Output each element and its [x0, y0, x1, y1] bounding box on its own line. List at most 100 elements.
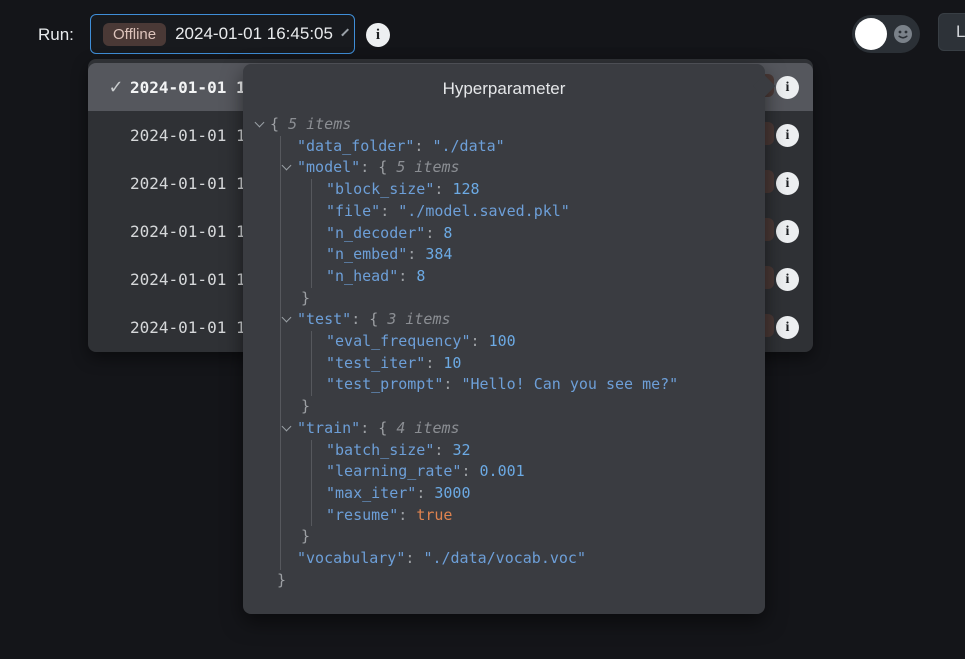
run-date-label: 2024-01-01 15 [130, 222, 255, 241]
run-label: Run: [38, 25, 74, 45]
json-line: } [281, 288, 765, 310]
json-colon: : [434, 441, 452, 459]
json-colon: : [461, 462, 479, 480]
json-open-brace: { [378, 419, 396, 437]
json-line: "batch_size": 32 [312, 440, 765, 462]
json-colon: : [434, 180, 452, 198]
run-info-icon[interactable]: i [776, 124, 799, 147]
json-line: "learning_rate": 0.001 [312, 461, 765, 483]
json-key: "resume" [326, 506, 398, 524]
json-string: "./model.saved.pkl" [398, 202, 570, 220]
json-line: "file": "./model.saved.pkl" [312, 201, 765, 223]
json-line: "train": { 4 items [281, 418, 765, 440]
json-string: "Hello! Can you see me?" [461, 375, 678, 393]
json-line: "n_embed": 384 [312, 244, 765, 266]
run-info-icon[interactable]: i [776, 220, 799, 243]
json-key: "learning_rate" [326, 462, 461, 480]
json-line: "test": { 3 items [281, 309, 765, 331]
json-colon: : [360, 158, 378, 176]
json-line: { 5 items [256, 114, 765, 136]
json-item-count: 4 items [396, 419, 459, 437]
json-open-brace: { [270, 115, 288, 133]
json-close-brace: } [301, 397, 310, 415]
run-date-label: 2024-01-01 15 [130, 270, 255, 289]
json-group: "block_size": 128"file": "./model.saved.… [311, 179, 765, 288]
json-colon: : [407, 245, 425, 263]
run-info-icon[interactable]: i [776, 172, 799, 195]
json-close-brace: } [301, 289, 310, 307]
json-item-count: 5 items [396, 158, 459, 176]
run-selector-combobox[interactable]: Offline 2024-01-01 16:45:05 [90, 14, 355, 54]
json-key: "n_head" [326, 267, 398, 285]
json-item-count: 3 items [387, 310, 450, 328]
json-line: "resume": true [312, 505, 765, 527]
json-line: } [281, 396, 765, 418]
json-line: "block_size": 128 [312, 179, 765, 201]
json-group: "data_folder": "./data" "model": { 5 item… [280, 136, 765, 570]
json-number: 8 [416, 267, 425, 285]
run-info-icon[interactable]: i [776, 76, 799, 99]
json-line: "max_iter": 3000 [312, 483, 765, 505]
json-item-count: 5 items [288, 115, 351, 133]
status-badge: Offline [103, 23, 166, 46]
json-line: "n_decoder": 8 [312, 223, 765, 245]
json-number: 3000 [434, 484, 470, 502]
json-line: } [281, 526, 765, 548]
log-button[interactable]: Log [938, 13, 965, 51]
json-key: "test_iter" [326, 354, 425, 372]
json-open-brace: { [369, 310, 387, 328]
json-key: "test" [297, 310, 351, 328]
json-key: "test_prompt" [326, 375, 443, 393]
json-key: "model" [297, 158, 360, 176]
json-string: "./data" [432, 137, 504, 155]
collapse-caret-icon[interactable] [283, 309, 297, 331]
run-info-icon[interactable]: i [366, 23, 390, 47]
tooltip-title: Hyperparameter [243, 64, 765, 101]
json-number: 0.001 [480, 462, 525, 480]
json-number: 8 [443, 224, 452, 242]
run-info-icon[interactable]: i [776, 316, 799, 339]
json-line: "eval_frequency": 100 [312, 331, 765, 353]
json-key: "vocabulary" [297, 549, 405, 567]
theme-toggle[interactable] [852, 15, 920, 53]
json-colon: : [425, 224, 443, 242]
json-key: "data_folder" [297, 137, 414, 155]
json-group: "batch_size": 32"learning_rate": 0.001"m… [311, 440, 765, 527]
json-colon: : [380, 202, 398, 220]
checkmark-icon: ✓ [102, 77, 130, 98]
smiley-icon [893, 24, 913, 49]
json-colon: : [405, 549, 423, 567]
json-colon: : [351, 310, 369, 328]
json-colon: : [416, 484, 434, 502]
json-group: "eval_frequency": 100"test_iter": 10"tes… [311, 331, 765, 396]
run-info-icon[interactable]: i [776, 268, 799, 291]
json-close-brace: } [301, 527, 310, 545]
collapse-caret-icon[interactable] [283, 418, 297, 440]
json-key: "block_size" [326, 180, 434, 198]
json-colon: : [398, 506, 416, 524]
json-line: "vocabulary": "./data/vocab.voc" [281, 548, 765, 570]
json-number: 128 [452, 180, 479, 198]
json-key: "eval_frequency" [326, 332, 471, 350]
json-line: "test_iter": 10 [312, 353, 765, 375]
json-number: 100 [489, 332, 516, 350]
json-line: "n_head": 8 [312, 266, 765, 288]
collapse-caret-icon[interactable] [256, 114, 270, 136]
json-close-brace: } [277, 571, 286, 589]
json-tree: { 5 items"data_folder": "./data""model":… [243, 114, 765, 591]
json-colon: : [398, 267, 416, 285]
json-string: "./data/vocab.voc" [423, 549, 586, 567]
json-colon: : [425, 354, 443, 372]
json-key: "n_decoder" [326, 224, 425, 242]
json-key: "train" [297, 419, 360, 437]
json-number: 384 [425, 245, 452, 263]
json-key: "max_iter" [326, 484, 416, 502]
collapse-caret-icon[interactable] [283, 157, 297, 179]
json-line: } [256, 570, 765, 592]
chevron-down-icon [341, 28, 349, 36]
run-date-label: 2024-01-01 13 [130, 318, 255, 337]
toggle-knob[interactable] [855, 18, 887, 50]
json-key: "batch_size" [326, 441, 434, 459]
json-key: "file" [326, 202, 380, 220]
json-open-brace: { [378, 158, 396, 176]
